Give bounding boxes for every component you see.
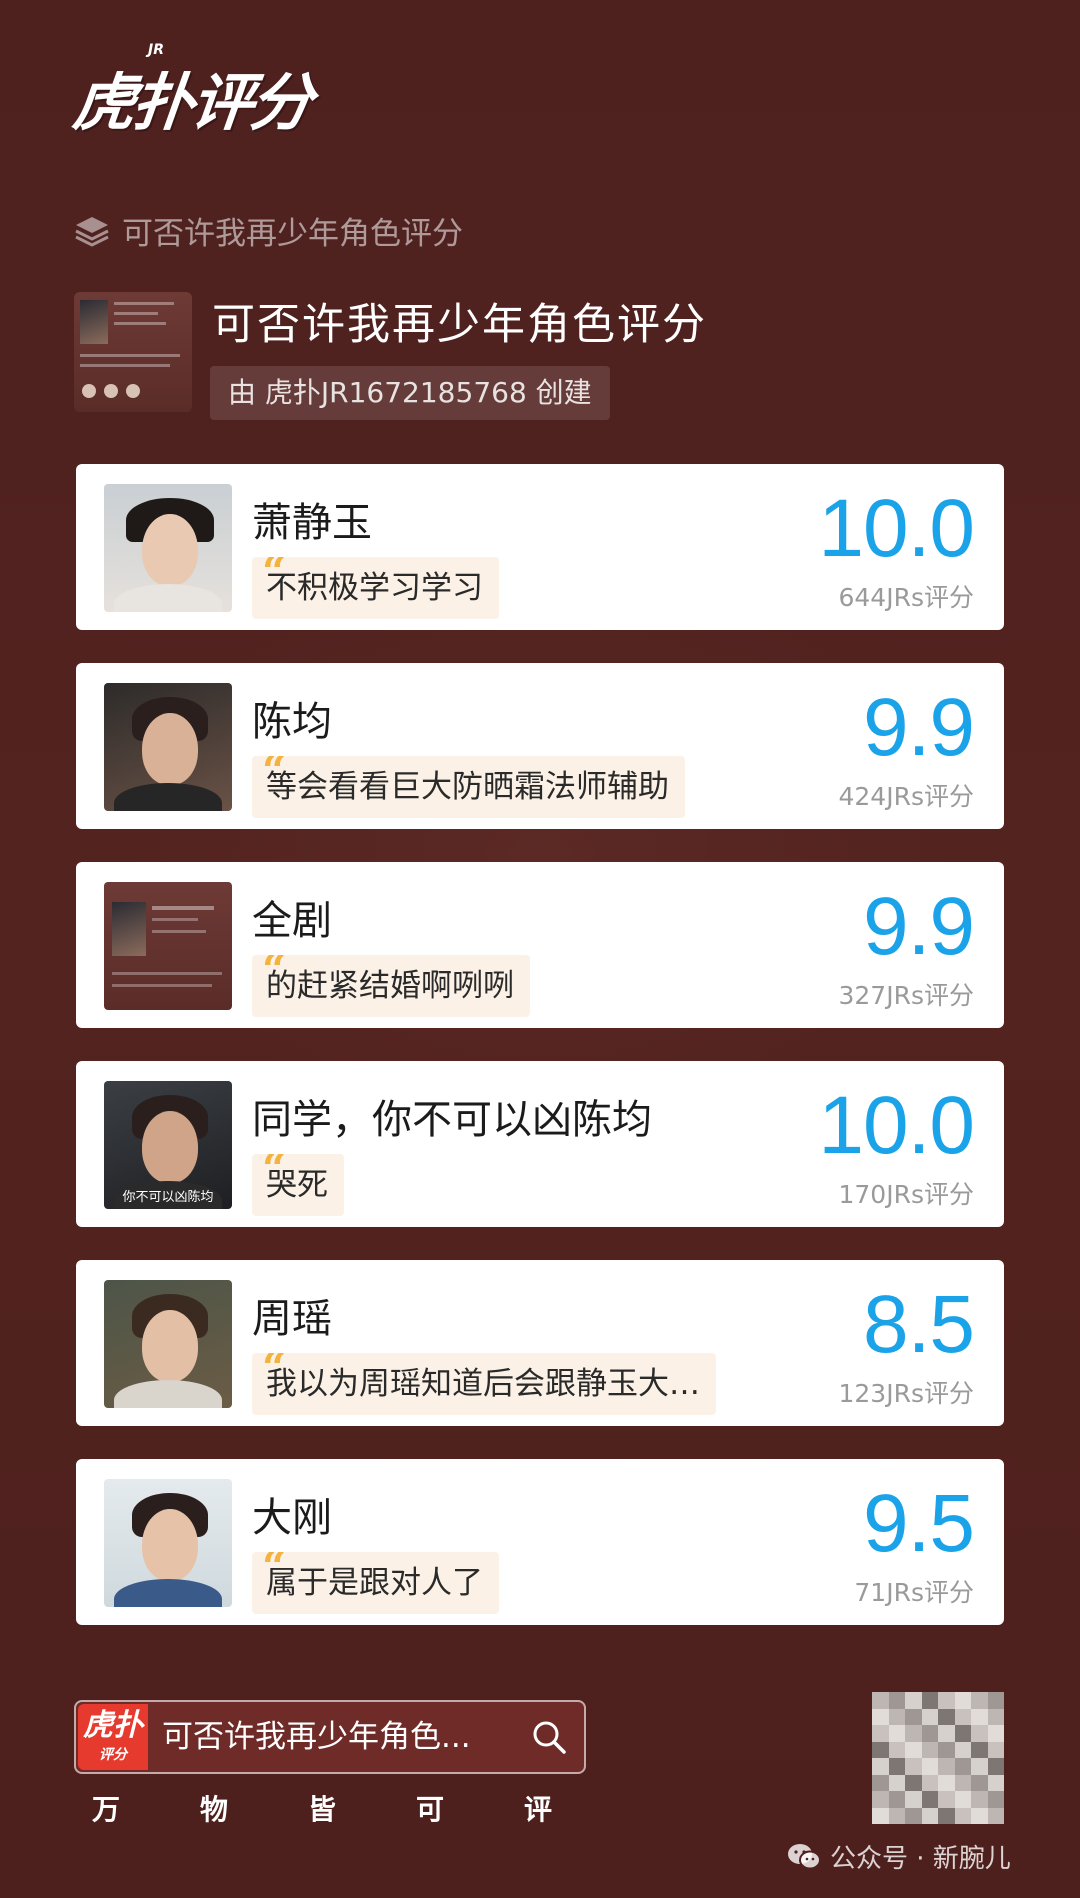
watermark-text: 公众号 · 新腕儿: [830, 1844, 1011, 1874]
rating-score: 10.0: [818, 483, 975, 574]
character-name: 陈均: [252, 699, 332, 745]
character-name: 周瑶: [252, 1296, 332, 1342]
avatar: [104, 484, 232, 612]
rating-card[interactable]: 周瑶 “ 我以为周瑶知道后会跟静玉大… 8.5 123JRs评分: [76, 1260, 1004, 1426]
character-name: 全剧: [252, 898, 332, 944]
wechat-watermark: 公众号 · 新腕儿: [786, 1838, 1011, 1875]
search-bar[interactable]: 虎扑 评分 可否许我再少年角色...: [74, 1700, 586, 1774]
hupu-app-logo: 虎扑 评分: [78, 1704, 148, 1770]
comment-quote: “ 等会看看巨大防晒霜法师辅助: [252, 756, 685, 818]
rating-count: 644JRs评分: [838, 583, 975, 612]
topic-breadcrumb[interactable]: 可否许我再少年角色评分: [74, 208, 463, 253]
character-name: 萧静玉: [252, 500, 372, 546]
rating-count: 123JRs评分: [838, 1379, 975, 1408]
comment-quote: “ 我以为周瑶知道后会跟静玉大…: [252, 1353, 716, 1415]
layers-icon: [75, 216, 109, 247]
avatar: [104, 683, 232, 811]
topic-thumbnail: [74, 292, 192, 412]
quote-icon: “: [262, 1154, 287, 1193]
qr-code: [872, 1692, 1004, 1824]
rating-score: 10.0: [818, 1080, 975, 1171]
logo-text: 虎扑评分: [69, 66, 314, 139]
comment-quote: “ 的赶紧结婚啊咧咧: [252, 955, 530, 1017]
avatar: [104, 1280, 232, 1408]
rating-card[interactable]: 大刚 “ 属于是跟对人了 9.5 71JRs评分: [76, 1459, 1004, 1625]
rating-score: 9.9: [863, 881, 975, 972]
avatar: 你不可以凶陈均: [104, 1081, 232, 1209]
page-title: 可否许我再少年角色评分: [212, 300, 707, 350]
avatar-caption: 你不可以凶陈均: [122, 1190, 214, 1205]
character-name: 大刚: [252, 1495, 332, 1541]
quote-icon: “: [262, 557, 287, 596]
quote-icon: “: [262, 1353, 287, 1392]
topic-label: 可否许我再少年角色评分: [122, 216, 463, 252]
rating-count: 71JRs评分: [854, 1578, 974, 1607]
search-icon[interactable]: [530, 1718, 568, 1756]
comment-quote: “ 不积极学习学习: [252, 557, 499, 619]
quote-icon: “: [262, 955, 287, 994]
character-name: 同学，你不可以凶陈均: [252, 1097, 652, 1143]
rating-score: 9.9: [863, 682, 975, 773]
comment-quote: “ 属于是跟对人了: [252, 1552, 499, 1614]
rating-card[interactable]: 你不可以凶陈均 同学，你不可以凶陈均 “ 哭死 10.0 170JRs评分: [76, 1061, 1004, 1227]
slogan: 万 物 皆 可 评: [92, 1793, 552, 1826]
rating-score: 9.5: [863, 1478, 975, 1569]
avatar: [104, 882, 232, 1010]
rating-card[interactable]: 萧静玉 “ 不积极学习学习 10.0 644JRs评分: [76, 464, 1004, 630]
rating-card[interactable]: 全剧 “ 的赶紧结婚啊咧咧 9.9 327JRs评分: [76, 862, 1004, 1028]
quote-icon: “: [262, 756, 287, 795]
avatar: [104, 1479, 232, 1607]
rating-score: 8.5: [863, 1279, 975, 1370]
hupu-rating-logo: JR 虎扑评分: [70, 42, 314, 142]
rating-count: 327JRs评分: [838, 981, 975, 1010]
rating-count: 424JRs评分: [838, 782, 975, 811]
comment-quote: “ 哭死: [252, 1154, 344, 1216]
rating-card[interactable]: 陈均 “ 等会看看巨大防晒霜法师辅助 9.9 424JRs评分: [76, 663, 1004, 829]
search-text: 可否许我再少年角色...: [162, 1719, 471, 1755]
rating-count: 170JRs评分: [838, 1180, 975, 1209]
creator-badge[interactable]: 由 虎扑JR1672185768 创建: [210, 366, 610, 420]
wechat-icon: [788, 1843, 821, 1869]
quote-icon: “: [262, 1552, 287, 1591]
